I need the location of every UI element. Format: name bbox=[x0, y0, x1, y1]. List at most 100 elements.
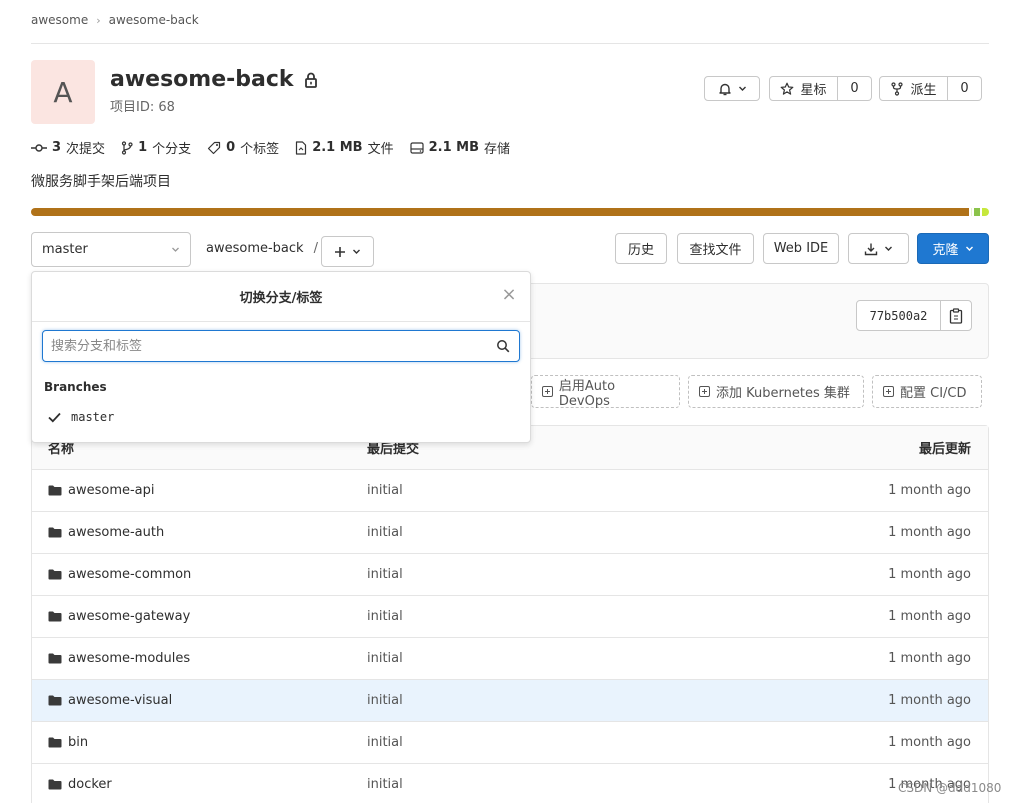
table-row[interactable]: awesome-visual initial 1 month ago bbox=[32, 680, 988, 722]
plus-icon bbox=[335, 246, 345, 257]
file-name-cell: awesome-common bbox=[32, 567, 367, 582]
file-name-link[interactable]: bin bbox=[68, 735, 88, 750]
chevron-down-icon bbox=[738, 86, 746, 91]
fork-button[interactable]: 派生 bbox=[879, 76, 948, 101]
breadcrumb-project-link[interactable]: awesome-back bbox=[109, 13, 199, 27]
files-size: 2.1 MB bbox=[312, 140, 363, 155]
file-name-link[interactable]: awesome-api bbox=[68, 483, 155, 498]
bell-icon bbox=[718, 83, 731, 95]
file-name-cell: awesome-gateway bbox=[32, 609, 367, 624]
tags-stat[interactable]: 0 个标签 bbox=[207, 138, 279, 157]
file-name-cell: bin bbox=[32, 735, 367, 750]
fork-group: 派生 0 bbox=[879, 76, 982, 101]
commits-stat[interactable]: 3 次提交 bbox=[31, 138, 105, 157]
last-commit-message[interactable]: initial bbox=[367, 651, 788, 666]
branch-option-master[interactable]: master bbox=[48, 410, 114, 424]
files-label: 文件 bbox=[367, 142, 394, 157]
file-name-link[interactable]: awesome-gateway bbox=[68, 609, 190, 624]
branch-selector[interactable]: master bbox=[31, 232, 191, 267]
last-update-time: 1 month ago bbox=[888, 735, 971, 750]
file-name-link[interactable]: awesome-visual bbox=[68, 693, 172, 708]
file-tree-table: 名称 最后提交 最后更新 awesome-api initial 1 month a… bbox=[31, 425, 989, 803]
folder-icon bbox=[48, 569, 62, 580]
clone-button[interactable]: 克隆 bbox=[917, 233, 989, 264]
chevron-down-icon bbox=[172, 247, 179, 252]
last-commit-message[interactable]: initial bbox=[367, 693, 788, 708]
last-commit-message[interactable]: initial bbox=[367, 567, 788, 582]
clone-label: 克隆 bbox=[932, 243, 959, 258]
table-row[interactable]: bin initial 1 month ago bbox=[32, 722, 988, 764]
history-button[interactable]: 历史 bbox=[615, 233, 667, 264]
last-update-time: 1 month ago bbox=[888, 567, 971, 582]
last-commit-message[interactable]: initial bbox=[367, 609, 788, 624]
file-name-link[interactable]: awesome-common bbox=[68, 567, 191, 582]
files-stat[interactable]: 2.1 MB 文件 bbox=[295, 138, 394, 157]
fork-count[interactable]: 0 bbox=[948, 76, 982, 101]
last-update-time: 1 month ago bbox=[888, 651, 971, 666]
repository-language-bar bbox=[31, 208, 989, 216]
branches-count: 1 bbox=[138, 140, 148, 155]
project-title: awesome-back bbox=[110, 67, 318, 92]
copy-sha-button[interactable] bbox=[940, 300, 972, 331]
star-count[interactable]: 0 bbox=[838, 76, 872, 101]
last-commit-message[interactable]: initial bbox=[367, 735, 788, 750]
language-segment bbox=[973, 208, 981, 216]
file-name-cell: awesome-modules bbox=[32, 651, 367, 666]
repo-path-root-link[interactable]: awesome-back bbox=[206, 241, 304, 256]
project-name: awesome-back bbox=[110, 67, 294, 92]
add-file-dropdown-button[interactable] bbox=[321, 236, 374, 267]
last-commit-message[interactable]: initial bbox=[367, 777, 788, 792]
table-row[interactable]: awesome-modules initial 1 month ago bbox=[32, 638, 988, 680]
last-update-time: 1 month ago bbox=[888, 609, 971, 624]
language-segment bbox=[970, 208, 972, 216]
star-icon bbox=[781, 82, 794, 95]
find-file-button[interactable]: 查找文件 bbox=[677, 233, 754, 264]
kubernetes-label: 添加 Kubernetes 集群 bbox=[716, 386, 850, 401]
project-id: 项目ID: 68 bbox=[110, 100, 175, 115]
add-kubernetes-cluster-button[interactable]: 添加 Kubernetes 集群 bbox=[688, 375, 864, 408]
folder-icon bbox=[48, 485, 62, 496]
breadcrumb-group-link[interactable]: awesome bbox=[31, 13, 88, 27]
branch-search-input[interactable] bbox=[42, 330, 520, 362]
table-row[interactable]: docker initial 1 month ago bbox=[32, 764, 988, 803]
web-ide-button[interactable]: Web IDE bbox=[763, 233, 839, 264]
notification-button[interactable] bbox=[704, 76, 760, 101]
file-name-cell: awesome-api bbox=[32, 483, 367, 498]
commits-label: 次提交 bbox=[66, 142, 106, 157]
language-segment bbox=[982, 208, 989, 216]
project-stats: 3 次提交 1 个分支 0 个标签 2.1 MB 文件 2.1 MB 存储 bbox=[31, 138, 510, 157]
table-row[interactable]: awesome-api initial 1 month ago bbox=[32, 470, 988, 512]
table-row[interactable]: awesome-gateway initial 1 month ago bbox=[32, 596, 988, 638]
dropdown-title: 切换分支/标签 bbox=[32, 272, 530, 322]
enable-auto-devops-button[interactable]: 启用Auto DevOps bbox=[531, 375, 680, 409]
close-icon[interactable]: × bbox=[500, 286, 518, 304]
folder-icon bbox=[48, 695, 62, 706]
download-button[interactable] bbox=[848, 233, 909, 264]
tags-count: 0 bbox=[226, 140, 236, 155]
table-row[interactable]: awesome-common initial 1 month ago bbox=[32, 554, 988, 596]
file-name-link[interactable]: awesome-modules bbox=[68, 651, 190, 666]
file-icon bbox=[296, 140, 307, 155]
file-name-cell: docker bbox=[32, 777, 367, 792]
star-button[interactable]: 星标 bbox=[769, 76, 838, 101]
chevron-down-icon bbox=[353, 249, 360, 254]
fork-icon bbox=[891, 81, 904, 96]
storage-size: 2.1 MB bbox=[428, 140, 480, 155]
file-name-link[interactable]: awesome-auth bbox=[68, 525, 164, 540]
folder-icon bbox=[48, 527, 62, 538]
repo-path: awesome-back / bbox=[206, 241, 318, 256]
last-commit-message[interactable]: initial bbox=[367, 525, 788, 540]
commit-sha-button[interactable]: 77b500a2 bbox=[856, 300, 941, 331]
tags-label: 个标签 bbox=[240, 142, 280, 157]
plus-square-icon bbox=[699, 386, 710, 397]
branches-stat[interactable]: 1 个分支 bbox=[121, 138, 191, 157]
last-commit-message[interactable]: initial bbox=[367, 483, 788, 498]
storage-icon bbox=[410, 141, 424, 154]
table-row[interactable]: awesome-auth initial 1 month ago bbox=[32, 512, 988, 554]
setup-cicd-button[interactable]: 配置 CI/CD bbox=[872, 375, 982, 408]
folder-icon bbox=[48, 611, 62, 622]
download-icon bbox=[864, 243, 878, 255]
star-label: 星标 bbox=[800, 83, 827, 98]
lock-icon bbox=[304, 72, 317, 88]
file-name-link[interactable]: docker bbox=[68, 777, 112, 792]
